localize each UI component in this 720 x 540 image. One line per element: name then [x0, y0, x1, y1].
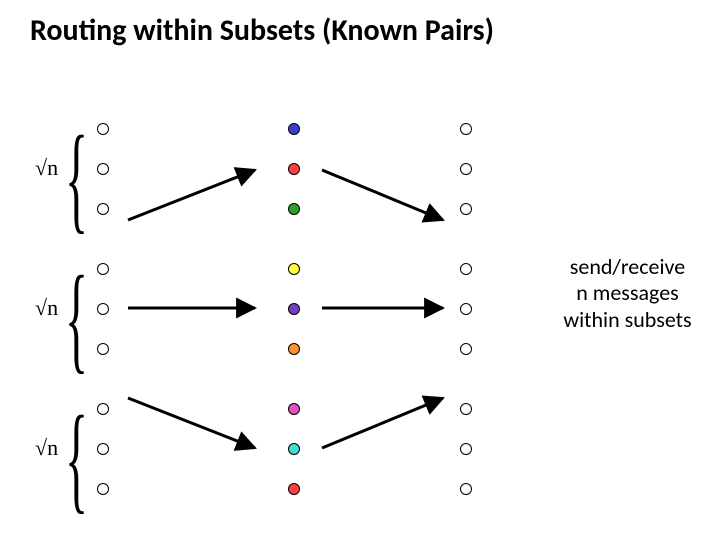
arrow — [128, 170, 255, 220]
caption-line-2: within subsets — [563, 306, 691, 333]
node — [460, 203, 472, 215]
group-size-label-2: √n — [35, 435, 58, 461]
group-size-label-1: √n — [35, 295, 58, 321]
node — [97, 443, 109, 455]
group-size-label-0: √n — [35, 155, 58, 181]
node — [288, 443, 300, 455]
node — [97, 263, 109, 275]
node — [97, 303, 109, 315]
node — [460, 343, 472, 355]
node — [460, 443, 472, 455]
brace-2: { — [65, 398, 88, 518]
caption-line-1: n messages — [576, 279, 679, 306]
node — [460, 263, 472, 275]
node — [288, 343, 300, 355]
brace-0: { — [65, 118, 88, 238]
page-title: Routing within Subsets (Known Pairs) — [30, 12, 494, 49]
arrow — [322, 398, 443, 448]
node — [97, 123, 109, 135]
node — [97, 403, 109, 415]
caption: send/receive n messages within subsets — [540, 254, 715, 333]
node — [288, 483, 300, 495]
node — [97, 163, 109, 175]
node — [460, 483, 472, 495]
arrow — [128, 398, 255, 448]
node — [97, 343, 109, 355]
node — [460, 303, 472, 315]
arrow — [322, 170, 443, 220]
node — [288, 403, 300, 415]
node — [288, 163, 300, 175]
node — [460, 123, 472, 135]
node — [288, 203, 300, 215]
node — [460, 403, 472, 415]
node — [288, 123, 300, 135]
node — [460, 163, 472, 175]
brace-1: { — [65, 258, 88, 378]
node — [288, 263, 300, 275]
node — [97, 203, 109, 215]
node — [97, 483, 109, 495]
caption-line-0: send/receive — [570, 253, 685, 280]
node — [288, 303, 300, 315]
